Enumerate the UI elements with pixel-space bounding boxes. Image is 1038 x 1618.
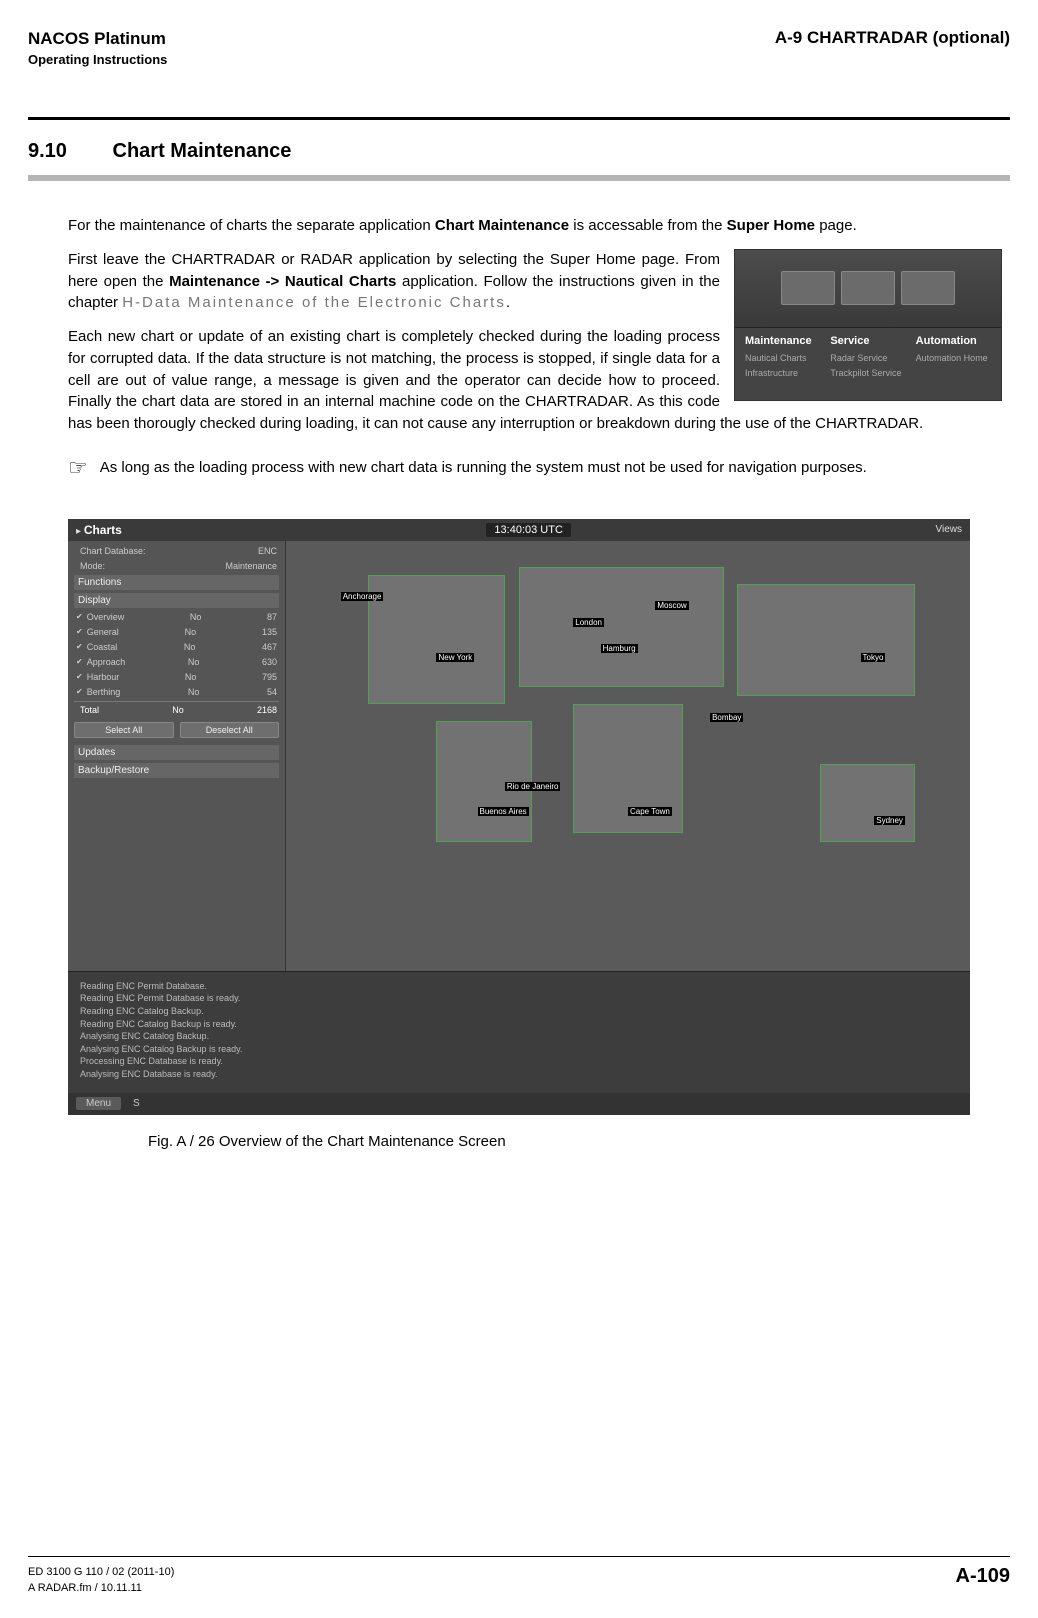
city-label: Buenos Aires bbox=[478, 807, 529, 816]
side-row: GeneralNo135 bbox=[74, 626, 279, 638]
side-db-val: ENC bbox=[258, 546, 277, 556]
fig-views: Views bbox=[936, 524, 963, 535]
city-label: Sydney bbox=[874, 816, 905, 825]
side-tab-display: Display bbox=[74, 593, 279, 608]
city-label: Moscow bbox=[655, 601, 688, 610]
thumb-link: Nautical Charts bbox=[745, 352, 820, 365]
side-total: TotalNo2168 bbox=[74, 701, 279, 716]
thumb-col-head: Service bbox=[830, 334, 905, 350]
log-line: Processing ENC Database is ready. bbox=[80, 1055, 958, 1068]
side-row: HarbourNo795 bbox=[74, 671, 279, 683]
side-row: OverviewNo87 bbox=[74, 611, 279, 623]
fig-sidebar: Chart Database:ENC Mode:Maintenance Func… bbox=[68, 541, 286, 971]
page-footer: ED 3100 G 110 / 02 (2011-10) A RADAR.fm … bbox=[28, 1556, 1010, 1596]
para-intro: For the maintenance of charts the separa… bbox=[68, 215, 1002, 237]
log-line: Analysing ENC Catalog Backup. bbox=[80, 1030, 958, 1043]
thumb-link: Infrastructure bbox=[745, 367, 820, 380]
thumb-col-head: Automation bbox=[916, 334, 991, 350]
city-label: Rio de Janeiro bbox=[505, 782, 561, 791]
city-label: London bbox=[573, 618, 604, 627]
menu-path: Maintenance -> Nautical Charts bbox=[169, 273, 396, 290]
log-line: Reading ENC Permit Database is ready. bbox=[80, 992, 958, 1005]
select-all-button[interactable]: Select All bbox=[74, 722, 174, 738]
pointer-icon: ☞ bbox=[68, 457, 88, 479]
section-divider bbox=[28, 175, 1010, 181]
footer-left: ED 3100 G 110 / 02 (2011-10) A RADAR.fm … bbox=[28, 1565, 174, 1596]
super-home-ref: Super Home bbox=[727, 217, 815, 234]
header-left: NACOS Platinum Operating Instructions bbox=[28, 28, 167, 67]
log-line: Analysing ENC Catalog Backup is ready. bbox=[80, 1043, 958, 1056]
side-row: BerthingNo54 bbox=[74, 686, 279, 698]
thumb-link: Automation Home bbox=[916, 352, 991, 365]
side-row: CoastalNo467 bbox=[74, 641, 279, 653]
note-text: As long as the loading process with new … bbox=[100, 457, 867, 479]
doc-subtitle: Operating Instructions bbox=[28, 52, 167, 67]
fig-topbar: ▸ Charts 13:40:03 UTC Views bbox=[68, 519, 970, 541]
thumb-link: Radar Service bbox=[830, 352, 905, 365]
thumb-bottom: Maintenance Service Automation Nautical … bbox=[735, 328, 1001, 386]
s-indicator: S bbox=[133, 1098, 140, 1109]
side-db-row: Chart Database:ENC bbox=[74, 545, 279, 557]
thumb-tile bbox=[901, 271, 955, 305]
app-name: Chart Maintenance bbox=[435, 217, 569, 234]
chapter-label: A-9 CHARTRADAR (optional) bbox=[775, 28, 1010, 48]
thumb-tile bbox=[841, 271, 895, 305]
text: is accessable from the bbox=[569, 217, 727, 234]
fig-time: 13:40:03 UTC bbox=[486, 523, 570, 537]
page-header: NACOS Platinum Operating Instructions A-… bbox=[28, 28, 1010, 67]
side-mode-row: Mode:Maintenance bbox=[74, 560, 279, 572]
fig-bottombar: Menu S bbox=[68, 1093, 970, 1115]
city-label: Hamburg bbox=[601, 644, 638, 653]
menu-button[interactable]: Menu bbox=[76, 1097, 121, 1110]
section-heading: 9.10 Chart Maintenance bbox=[28, 140, 1010, 163]
log-line: Reading ENC Catalog Backup. bbox=[80, 1005, 958, 1018]
side-backup: Backup/Restore bbox=[74, 763, 279, 778]
section-number: 9.10 bbox=[28, 140, 67, 163]
log-line: Analysing ENC Database is ready. bbox=[80, 1068, 958, 1081]
city-label: Bombay bbox=[710, 713, 743, 722]
city-label: New York bbox=[436, 653, 474, 662]
note-row: ☞ As long as the loading process with ne… bbox=[68, 457, 1002, 479]
city-label: Cape Town bbox=[628, 807, 672, 816]
text: page. bbox=[815, 217, 857, 234]
side-tab-functions: Functions bbox=[74, 575, 279, 590]
deselect-all-button[interactable]: Deselect All bbox=[180, 722, 280, 738]
fig-title: Charts bbox=[84, 523, 122, 537]
thumb-link: Trackpilot Service bbox=[830, 367, 905, 380]
thumb-top bbox=[735, 250, 1001, 328]
chapter-reference: H-Data Maintenance of the Electronic Cha… bbox=[122, 294, 506, 311]
doc-title: NACOS Platinum bbox=[28, 28, 167, 50]
body: For the maintenance of charts the separa… bbox=[28, 215, 1010, 479]
log-line: Reading ENC Catalog Backup is ready. bbox=[80, 1018, 958, 1031]
text: For the maintenance of charts the separa… bbox=[68, 217, 435, 234]
side-updates: Updates bbox=[74, 745, 279, 760]
fig-map: Anchorage New York London Moscow Hamburg… bbox=[286, 541, 970, 971]
figure-chart-maintenance: ▸ Charts 13:40:03 UTC Views Chart Databa… bbox=[68, 519, 970, 1115]
thumb-tile bbox=[781, 271, 835, 305]
doc-file: A RADAR.fm / 10.11.11 bbox=[28, 1581, 174, 1596]
thumb-col-head: Maintenance bbox=[745, 334, 820, 350]
city-label: Anchorage bbox=[341, 592, 384, 601]
figure-caption: Fig. A / 26 Overview of the Chart Mainte… bbox=[148, 1133, 1010, 1150]
section-title: Chart Maintenance bbox=[113, 140, 292, 162]
page-number: A-109 bbox=[956, 1565, 1010, 1588]
side-mode-val: Maintenance bbox=[225, 561, 277, 571]
text: . bbox=[506, 294, 510, 311]
city-label: Tokyo bbox=[861, 653, 886, 662]
side-row: ApproachNo630 bbox=[74, 656, 279, 668]
doc-id: ED 3100 G 110 / 02 (2011-10) bbox=[28, 1565, 174, 1580]
log-line: Reading ENC Permit Database. bbox=[80, 980, 958, 993]
super-home-thumbnail: Maintenance Service Automation Nautical … bbox=[734, 249, 1002, 401]
fig-arrow-icon: ▸ Charts bbox=[76, 523, 122, 537]
header-divider bbox=[28, 117, 1010, 120]
side-buttons: Select All Deselect All bbox=[74, 722, 279, 738]
